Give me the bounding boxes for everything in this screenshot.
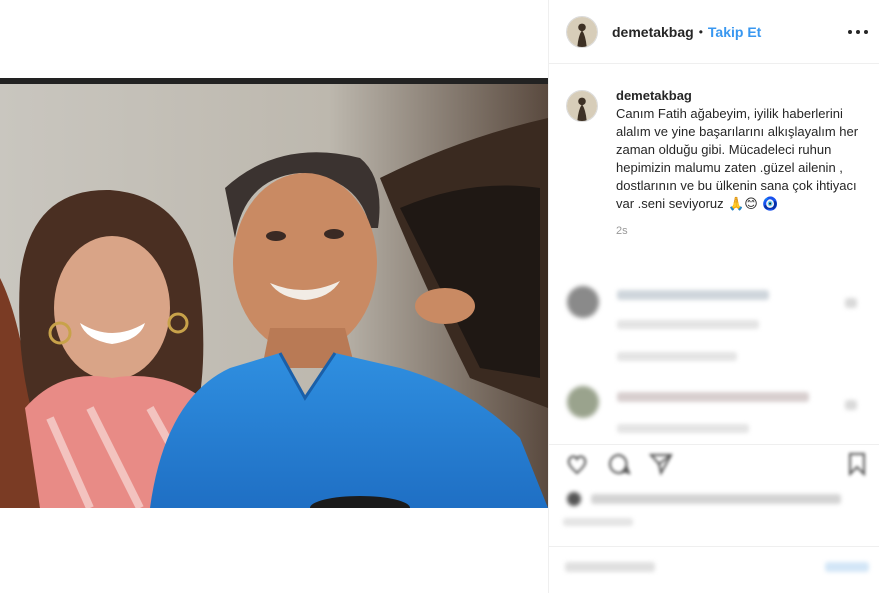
post-date-blurred [563,518,633,526]
media-area [0,0,548,593]
comment-box-divider [549,546,879,547]
comment-meta-blurred [617,320,759,329]
header-separator: • [698,24,703,39]
avatar[interactable] [566,15,598,48]
heart-icon[interactable] [565,452,589,476]
post-side-panel: demetakbag • Takip Et demetakbag Canım F… [548,0,879,593]
header-username[interactable]: demetakbag [612,24,694,40]
more-dot [864,30,868,34]
caption-body: demetakbag Canım Fatih ağabeyim, iyilik … [616,88,864,237]
add-comment-input-blurred[interactable] [565,562,655,572]
more-dot [848,30,852,34]
likes-avatar-blurred[interactable] [567,492,581,506]
caption-avatar[interactable] [566,90,598,122]
avatar-image [567,16,597,47]
actions-divider [549,444,879,445]
comment-like-icon-blurred[interactable] [845,298,857,308]
comment-avatar-blurred[interactable] [567,386,599,418]
likes-summary-blurred[interactable] [591,494,841,504]
share-icon[interactable] [648,452,673,476]
caption: demetakbag Canım Fatih ağabeyim, iyilik … [566,88,866,237]
more-options-icon[interactable] [848,22,868,42]
post-header: demetakbag • Takip Et [549,0,879,64]
bookmark-icon[interactable] [845,452,869,477]
comment-like-icon-blurred[interactable] [845,400,857,410]
comment-replies-blurred[interactable] [617,352,737,361]
comment-meta-blurred [617,424,749,433]
avatar-image [567,91,597,121]
photo-illustration [0,78,548,508]
post-photo[interactable] [0,78,548,508]
caption-timestamp[interactable]: 2s [616,225,864,237]
comment-avatar-blurred[interactable] [567,286,599,318]
caption-emojis: 🙏😊 🧿 [728,197,779,212]
comment-icon[interactable] [607,452,631,476]
follow-button[interactable]: Takip Et [708,24,761,40]
comment-text-blurred [617,290,769,300]
post-comment-button-blurred[interactable] [825,562,869,572]
more-dot [856,30,860,34]
caption-username[interactable]: demetakbag [616,88,864,103]
comment-text-blurred [617,392,809,402]
caption-text: Canım Fatih ağabeyim, iyilik haberlerini… [616,106,859,211]
